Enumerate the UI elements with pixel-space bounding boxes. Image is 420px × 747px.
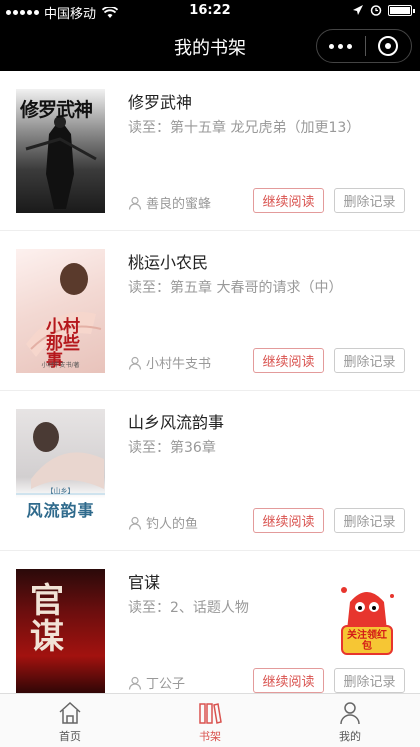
mini-program-capsule: [316, 29, 412, 63]
book-cover[interactable]: 小村那些事 小村牛支书/著: [16, 249, 105, 373]
user-icon: [128, 516, 142, 530]
delete-record-button[interactable]: 删除记录: [334, 348, 405, 373]
close-mini-program-button[interactable]: [365, 30, 411, 62]
more-menu-button[interactable]: [317, 30, 365, 62]
nav-bar: 我的书架: [0, 22, 420, 71]
book-cover[interactable]: 修罗武神: [16, 89, 105, 213]
book-item[interactable]: 小村那些事 小村牛支书/著 桃运小农民 读至：第五章 大春哥的请求（中） 小村牛…: [0, 231, 420, 391]
follow-red-packet-floating-button[interactable]: 关注领红包: [336, 582, 398, 664]
bottom-tab-bar: 首页 书架 我的: [0, 693, 420, 747]
tab-home[interactable]: 首页: [0, 694, 140, 747]
cover-footer: 小村牛支书/著: [41, 362, 80, 369]
reading-progress: 读至：第十五章 龙兄虎弟（加更13）: [128, 120, 361, 136]
book-title[interactable]: 官谋: [128, 569, 160, 593]
book-title[interactable]: 山乡风流韵事: [128, 409, 224, 433]
cover-tag: 【山乡】: [46, 487, 75, 495]
book-title[interactable]: 桃运小农民: [128, 249, 208, 273]
continue-reading-button[interactable]: 继续阅读: [253, 508, 324, 533]
more-dot-icon: [347, 43, 353, 49]
book-item[interactable]: 【山乡】 风流韵事 山乡风流韵事 读至：第36章 钓人的鱼 继续阅读 删除记录: [0, 391, 420, 551]
cover-title: 风流韵事: [26, 501, 95, 520]
more-dot-icon: [338, 43, 344, 49]
tab-bookshelf-label: 书架: [199, 730, 221, 743]
continue-reading-button[interactable]: 继续阅读: [253, 348, 324, 373]
author-name: 钓人的鱼: [146, 517, 199, 532]
status-bar: 中国移动 16:22: [0, 0, 420, 22]
continue-reading-button[interactable]: 继续阅读: [253, 668, 324, 693]
tab-profile[interactable]: 我的: [280, 694, 420, 747]
delete-record-button[interactable]: 删除记录: [334, 508, 405, 533]
book-author: 丁公子: [128, 673, 185, 692]
alarm-icon: [370, 5, 382, 16]
home-icon: [59, 701, 81, 724]
book-author: 钓人的鱼: [128, 513, 198, 532]
book-title[interactable]: 修罗武神: [128, 89, 192, 113]
tab-bookshelf[interactable]: 书架: [140, 694, 280, 747]
user-icon: [128, 356, 142, 370]
book-item[interactable]: 修罗武神 修罗武神 读至：第十五章 龙兄虎弟（加更13） 善良的蜜蜂 继续阅读 …: [0, 71, 420, 231]
delete-record-button[interactable]: 删除记录: [334, 188, 405, 213]
battery-icon: [388, 4, 415, 16]
author-name: 丁公子: [146, 677, 186, 692]
book-cover[interactable]: 【山乡】 风流韵事: [16, 409, 105, 533]
close-circle-icon: [378, 36, 399, 56]
book-author: 善良的蜜蜂: [128, 193, 211, 212]
more-dot-icon: [329, 43, 335, 49]
book-cover[interactable]: 官谋: [16, 569, 105, 693]
tab-home-label: 首页: [59, 730, 81, 743]
user-icon: [128, 676, 142, 690]
reading-progress: 读至：2、话题人物: [128, 600, 249, 616]
book-author: 小村牛支书: [128, 353, 211, 372]
author-name: 善良的蜜蜂: [146, 197, 212, 212]
profile-icon: [340, 702, 360, 725]
reading-progress: 读至：第36章: [128, 440, 216, 456]
cover-title: 修罗武神: [20, 99, 93, 121]
location-icon: [353, 5, 363, 15]
author-name: 小村牛支书: [146, 357, 212, 372]
user-icon: [128, 196, 142, 210]
reading-progress: 读至：第五章 大春哥的请求（中）: [128, 280, 343, 296]
delete-record-button[interactable]: 删除记录: [334, 668, 405, 693]
cover-title: 官谋: [30, 581, 64, 657]
tab-profile-label: 我的: [339, 730, 361, 743]
follow-red-packet-label: 关注领红包: [347, 630, 387, 652]
continue-reading-button[interactable]: 继续阅读: [253, 188, 324, 213]
bookshelf-icon: [199, 703, 222, 724]
